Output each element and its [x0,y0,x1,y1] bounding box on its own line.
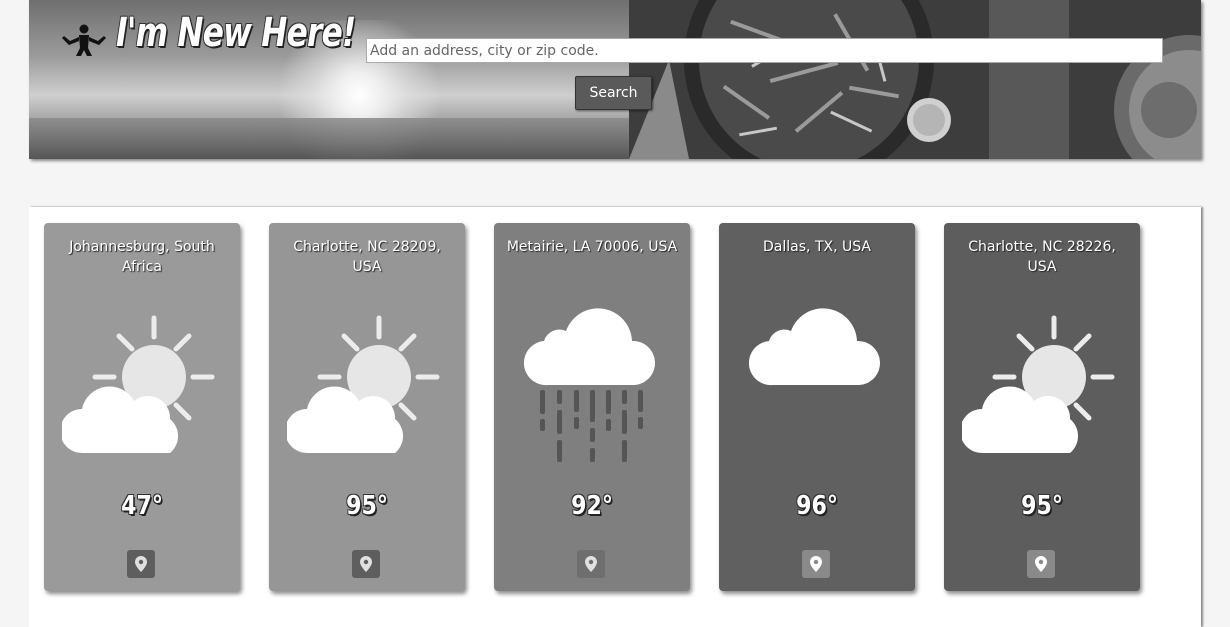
map-pin-icon [585,556,597,572]
weather-card[interactable]: Dallas, TX, USA 96° [719,223,915,591]
card-location: Charlotte, NC 28209, USA [293,239,441,275]
partly-cloudy-icon [962,315,1115,453]
weather-card[interactable]: Johannesburg, South Africa 47° [44,223,240,591]
card-location: Johannesburg, South Africa [69,239,215,275]
horizon-background [29,118,729,159]
card-temperature: 47° [121,491,163,521]
card-temperature: 92° [571,491,613,521]
header-banner: I'm New Here! Search [29,0,1201,159]
map-pin-icon [360,556,372,572]
weather-card[interactable]: Charlotte, NC 28209, USA 95° [269,223,465,591]
map-pin-icon [135,556,147,572]
map-pin-button[interactable] [1027,550,1055,578]
weather-card[interactable]: Metairie, LA 70006, USA 92° [494,223,690,591]
card-temperature: 96° [796,491,838,521]
rain-icon [523,308,656,462]
card-location: Metairie, LA 70006, USA [506,239,678,255]
card-temperature: 95° [1021,491,1063,521]
card-location: Dallas, TX, USA [763,239,871,255]
map-pin-button[interactable] [577,550,605,578]
map-pin-button[interactable] [127,550,155,578]
site-title: I'm New Here! [116,10,356,56]
card-location: Charlotte, NC 28226, USA [968,239,1116,275]
partly-cloudy-icon [62,315,215,453]
map-pin-icon [1035,556,1047,572]
partly-cloudy-icon [287,315,440,453]
map-pin-icon [810,556,822,572]
search-input[interactable] [366,38,1163,63]
search-button[interactable]: Search [575,76,652,110]
food-photo [629,0,1201,159]
map-pin-button[interactable] [802,550,830,578]
map-pin-button[interactable] [352,550,380,578]
weather-card[interactable]: Charlotte, NC 28226, USA 95° [944,223,1140,591]
shrug-person-icon [62,24,106,56]
card-temperature: 95° [346,491,388,521]
cloud-icon [748,308,881,386]
